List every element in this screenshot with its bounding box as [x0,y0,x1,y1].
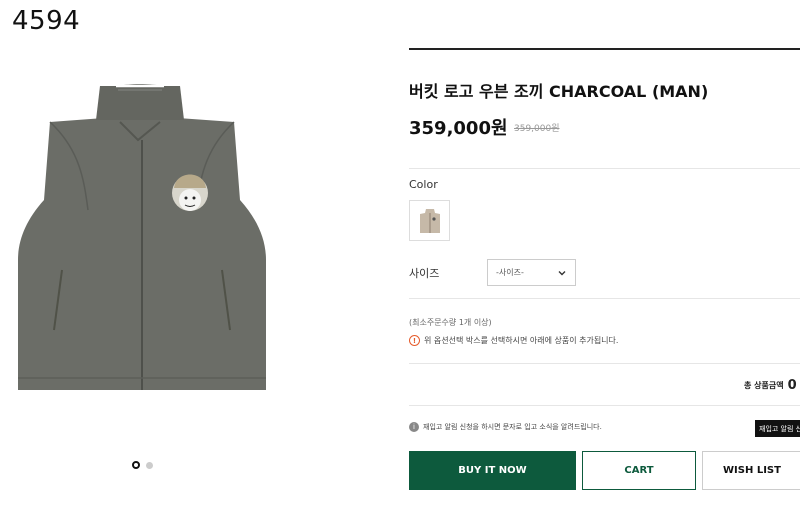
divider [409,48,800,50]
size-label: 사이즈 [409,267,440,280]
wish-list-button[interactable]: WISH LIST [702,451,800,490]
color-swatch-charcoal[interactable] [409,200,450,241]
gallery-pagination [132,461,153,469]
product-info-panel: 버킷 로고 우븐 조끼 CHARCOAL (MAN) 359,000원 359,… [409,0,800,513]
color-label: Color [409,178,438,191]
total-price: 총 상품금액 0 [744,378,797,393]
original-price: 359,000원 [514,124,560,134]
product-price: 359,000원 [409,118,508,139]
chevron-down-icon [558,270,566,275]
divider [409,405,800,406]
restock-info-text: 재입고 알림 신청을 하시면 문자로 입고 소식을 알려드립니다. [423,423,602,431]
size-select[interactable]: -사이즈- [487,259,576,286]
buy-now-button[interactable]: BUY IT NOW [409,451,576,490]
total-price-value: 0 [787,378,797,393]
product-image-vest [18,84,266,390]
product-title: 버킷 로고 우븐 조끼 CHARCOAL (MAN) [409,82,709,101]
divider [409,363,800,364]
vest-thumbnail-icon [419,208,440,233]
total-price-label: 총 상품금액 [744,381,784,390]
divider [409,168,800,169]
gallery-dot[interactable] [146,461,153,469]
alert-icon: ! [409,335,420,346]
product-code: 4594 [12,6,81,36]
info-icon: i [409,422,419,432]
restock-alert-button[interactable]: 재입고 알림 신청 [755,420,800,437]
option-notice: ! 위 옵션선택 박스를 선택하시면 아래에 상품이 추가됩니다. [409,335,618,346]
gallery-dot-active[interactable] [132,461,140,469]
min-order-quantity: (최소주문수량 1개 이상) [409,318,492,327]
size-select-value: -사이즈- [496,268,524,277]
divider [409,298,800,299]
restock-info: i 재입고 알림 신청을 하시면 문자로 입고 소식을 알려드립니다. [409,422,602,432]
cart-button[interactable]: CART [582,451,696,490]
product-image-gallery[interactable] [0,60,300,420]
option-notice-text: 위 옵션선택 박스를 선택하시면 아래에 상품이 추가됩니다. [424,336,619,345]
